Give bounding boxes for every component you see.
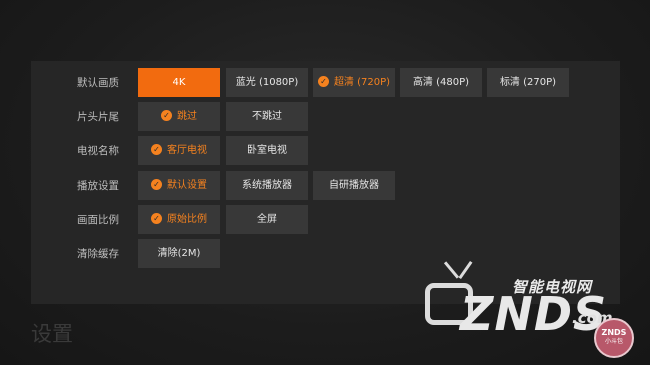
page-title: 设置 (31, 322, 73, 346)
setting-row-intro-outro: 片头片尾 ✓ 跳过 不跳过 (31, 102, 620, 132)
option-label: 超清 (720P) (333, 77, 391, 88)
setting-label: 画面比例 (77, 214, 119, 226)
watermark-badge: ZNDS 小斗包 (594, 318, 634, 358)
setting-row-tv-name: 电视名称 ✓ 客厅电视 卧室电视 (31, 136, 620, 166)
option-label: 自研播放器 (329, 180, 379, 191)
option-button[interactable]: ✓ 默认设置 (138, 171, 220, 200)
check-icon: ✓ (151, 178, 162, 190)
settings-panel: 默认画质 4K 蓝光 (1080P) ✓ 超清 (720P) 高清 (480P) … (31, 61, 620, 304)
check-icon: ✓ (161, 109, 172, 121)
option-button[interactable]: 全屏 (226, 205, 308, 234)
option-label: 卧室电视 (247, 145, 287, 156)
option-button[interactable]: 标清 (270P) (487, 68, 569, 97)
option-button[interactable]: 卧室电视 (226, 136, 308, 165)
option-button[interactable]: ✓ 跳过 (138, 102, 220, 131)
badge-top-text: ZNDS (601, 328, 627, 337)
check-icon: ✓ (317, 75, 329, 87)
option-button[interactable]: 自研播放器 (313, 171, 395, 200)
option-label: 系统播放器 (242, 180, 292, 191)
option-label: 4K (172, 77, 186, 88)
option-label: 不跳过 (252, 111, 282, 122)
option-label: 蓝光 (1080P) (235, 77, 299, 88)
check-icon: ✓ (151, 143, 162, 155)
setting-label: 电视名称 (77, 145, 119, 157)
option-button[interactable]: 高清 (480P) (400, 68, 482, 97)
setting-row-aspect-ratio: 画面比例 ✓ 原始比例 全屏 (31, 205, 620, 235)
option-label: 原始比例 (167, 214, 207, 225)
setting-row-clear-cache: 清除缓存 清除(2M) (31, 239, 620, 269)
setting-row-player: 播放设置 ✓ 默认设置 系统播放器 自研播放器 (31, 171, 620, 201)
option-label: 清除(2M) (157, 248, 201, 259)
check-icon: ✓ (151, 212, 162, 224)
option-button[interactable]: ✓ 原始比例 (138, 205, 220, 234)
setting-row-quality: 默认画质 4K 蓝光 (1080P) ✓ 超清 (720P) 高清 (480P) … (31, 68, 620, 98)
clear-cache-button[interactable]: 清除(2M) (138, 239, 220, 268)
option-button[interactable]: 4K (138, 68, 220, 97)
option-button[interactable]: ✓ 客厅电视 (138, 136, 220, 165)
option-label: 默认设置 (167, 180, 207, 191)
option-button[interactable]: 不跳过 (226, 102, 308, 131)
option-button[interactable]: ✓ 超清 (720P) (313, 68, 395, 97)
setting-label: 清除缓存 (77, 248, 119, 260)
setting-label: 默认画质 (77, 77, 119, 89)
setting-label: 片头片尾 (77, 111, 119, 123)
setting-label: 播放设置 (77, 180, 119, 192)
option-label: 客厅电视 (167, 145, 207, 156)
option-label: 标清 (270P) (499, 77, 557, 88)
option-label: 跳过 (177, 111, 197, 122)
option-label: 全屏 (257, 214, 277, 225)
option-button[interactable]: 系统播放器 (226, 171, 308, 200)
option-button[interactable]: 蓝光 (1080P) (226, 68, 308, 97)
option-label: 高清 (480P) (412, 77, 470, 88)
badge-bottom-text: 小斗包 (604, 338, 623, 345)
